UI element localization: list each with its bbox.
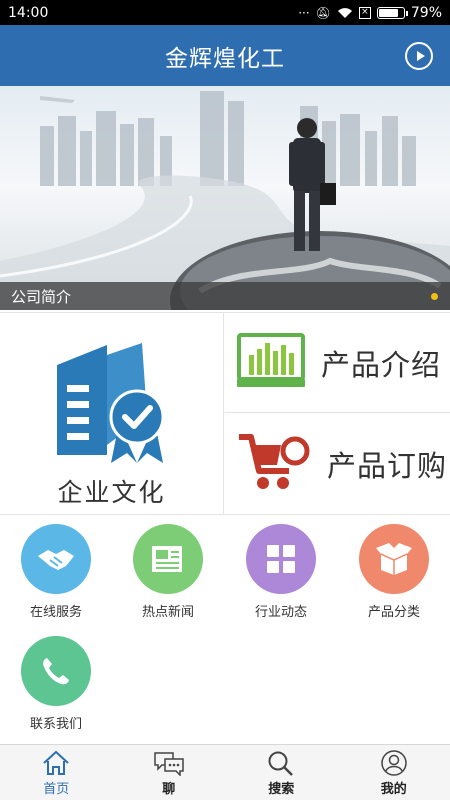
tab-chat[interactable]: 聊 xyxy=(113,745,226,800)
tab-profile-label: 我的 xyxy=(380,782,407,797)
service-news[interactable]: 热点新闻 xyxy=(112,516,224,626)
status-icons: ··· 🔕︎ × 79% xyxy=(298,5,442,21)
building-badge-icon xyxy=(47,335,177,469)
tile-product-intro-label: 产品介绍 xyxy=(321,347,442,382)
tab-search-label: 搜索 xyxy=(268,782,295,797)
service-category-label: 产品分类 xyxy=(367,605,420,620)
bottom-tab-bar: 首页 聊 搜索 我的 xyxy=(0,744,450,800)
tab-home[interactable]: 首页 xyxy=(0,745,113,800)
carousel-indicator[interactable] xyxy=(431,293,438,300)
tile-culture[interactable]: 企业文化 xyxy=(0,313,224,514)
battery-icon xyxy=(376,6,408,19)
search-icon xyxy=(268,751,294,776)
service-contact[interactable]: 联系我们 xyxy=(0,628,112,738)
tab-profile[interactable]: 我的 xyxy=(338,745,450,800)
tab-chat-label: 聊 xyxy=(162,782,176,797)
services-grid: 在线服务 热点新闻 行业动态 产品分类 联系我们 xyxy=(0,516,450,744)
mute-icon: 🔕︎ xyxy=(315,5,331,20)
status-time: 14:00 xyxy=(8,4,49,21)
handshake-icon xyxy=(21,524,91,594)
app-header: 金辉煌化工 xyxy=(0,25,450,86)
dots-icon: ··· xyxy=(298,5,310,20)
phone-icon xyxy=(21,636,91,706)
service-contact-label: 联系我们 xyxy=(29,717,82,732)
profile-icon xyxy=(381,750,407,776)
chat-icon xyxy=(154,752,184,776)
service-online-label: 在线服务 xyxy=(29,605,82,620)
wifi-icon xyxy=(337,7,352,18)
service-industry[interactable]: 行业动态 xyxy=(225,516,337,626)
banner-image xyxy=(0,91,450,310)
service-news-label: 热点新闻 xyxy=(141,605,194,620)
box-icon xyxy=(359,524,429,594)
newspaper-icon xyxy=(133,524,203,594)
tab-search[interactable]: 搜索 xyxy=(225,745,338,800)
battery-percent: 79% xyxy=(410,4,442,21)
shopping-cart-icon xyxy=(237,429,311,499)
tile-product-order[interactable]: 产品订购 xyxy=(225,414,450,514)
tile-culture-label: 企业文化 xyxy=(57,478,166,507)
tile-product-order-label: 产品订购 xyxy=(327,449,448,483)
bar-chart-monitor-icon xyxy=(237,331,305,395)
feature-grid: 企业文化 产品介绍 产品订购 xyxy=(0,312,450,515)
home-icon xyxy=(43,750,69,775)
page-title: 金辉煌化工 xyxy=(165,45,285,72)
service-online[interactable]: 在线服务 xyxy=(0,516,112,626)
banner-carousel[interactable]: 公司简介 xyxy=(0,86,450,310)
status-bar: 14:00 ··· 🔕︎ × 79% xyxy=(0,0,450,25)
service-category[interactable]: 产品分类 xyxy=(338,516,450,626)
banner-caption: 公司简介 xyxy=(0,282,450,310)
play-icon[interactable] xyxy=(405,42,433,70)
tab-home-label: 首页 xyxy=(43,782,70,797)
grid-icon xyxy=(246,524,316,594)
tile-product-intro[interactable]: 产品介绍 xyxy=(225,313,450,413)
service-industry-label: 行业动态 xyxy=(254,605,307,620)
no-sim-icon: × xyxy=(358,6,371,19)
